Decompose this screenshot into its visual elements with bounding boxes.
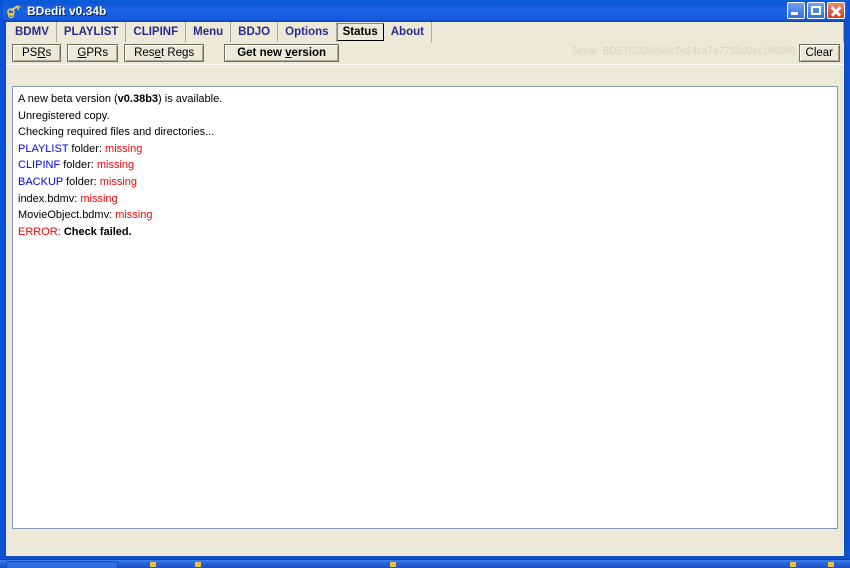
log-line: A new beta version (v0.38b3) is availabl…: [18, 91, 832, 108]
taskbar-icon[interactable]: [390, 562, 396, 567]
tab-label: CLIPINF: [133, 26, 179, 38]
log-line: Checking required files and directories.…: [18, 124, 832, 141]
log-line: PLAYLIST folder: missing: [18, 141, 832, 158]
maximize-icon[interactable]: [807, 2, 825, 19]
log-segment: Unregistered copy.: [18, 109, 110, 122]
log-segment: Check failed.: [63, 225, 132, 238]
tab-options[interactable]: Options: [278, 22, 337, 42]
log-segment: missing: [96, 159, 135, 172]
close-icon[interactable]: [827, 2, 845, 19]
taskbar-icon[interactable]: [790, 562, 796, 567]
serial-value: BDE7f2329c60c7e24ca7a7733d04c186088: [602, 46, 796, 57]
taskbar-icon[interactable]: [828, 562, 834, 567]
bottom-bar: pel.hu 000 00000001 0000 00000000 Cancel: [6, 529, 844, 556]
log-segment: BACKUP: [18, 175, 64, 188]
log-segment: missing: [99, 175, 138, 188]
tab-label: Menu: [193, 26, 224, 38]
log-line: MovieObject.bdmv: missing: [18, 207, 832, 224]
toolbar: PSRs GPRs Reset Regs Get new version Ser…: [6, 42, 844, 65]
tab-label: Options: [285, 26, 329, 38]
desktop-background: BDedit v0.34b BDMV PLAYLIST CLIPINF Menu…: [0, 0, 850, 568]
tab-bdmv[interactable]: BDMV: [8, 22, 57, 42]
gprs-button[interactable]: GPRs: [67, 44, 119, 62]
serial-label: Serial:: [571, 46, 603, 57]
log-segment: missing: [115, 209, 153, 222]
window-title: BDedit v0.34b: [27, 4, 107, 18]
log-line: BACKUP folder: missing: [18, 174, 832, 191]
clear-button[interactable]: Clear: [798, 44, 840, 62]
reset-regs-button-label: Reset Regs: [134, 47, 195, 59]
tab-status[interactable]: Status: [336, 23, 384, 41]
get-new-version-button-label: Get new version: [237, 47, 327, 59]
tab-label: BDJO: [238, 26, 271, 38]
psrs-button[interactable]: PSRs: [12, 44, 62, 62]
log-line: Unregistered copy.: [18, 108, 832, 125]
psrs-button-label: PSRs: [22, 47, 52, 59]
tab-strip-filler: [432, 22, 844, 42]
tab-label: Status: [342, 26, 378, 38]
minimize-icon[interactable]: [787, 2, 805, 19]
get-new-version-button[interactable]: Get new version: [224, 44, 340, 62]
desktop-taskbar[interactable]: [0, 559, 850, 568]
tab-bdjo[interactable]: BDJO: [231, 22, 279, 42]
log-line: index.bdmv: missing: [18, 191, 832, 208]
log-segment: index.bdmv:: [18, 192, 81, 205]
tab-label: About: [390, 26, 424, 38]
application-window: BDedit v0.34b BDMV PLAYLIST CLIPINF Menu…: [0, 0, 850, 562]
log-segment: ERROR:: [18, 225, 64, 238]
tab-playlist[interactable]: PLAYLIST: [57, 22, 127, 42]
log-segment: PLAYLIST: [18, 142, 69, 155]
log-segment: A new beta version (: [18, 93, 118, 105]
key-icon: [7, 3, 23, 19]
tab-strip: BDMV PLAYLIST CLIPINF Menu BDJO Options …: [6, 22, 844, 42]
status-log-panel[interactable]: A new beta version (v0.38b3) is availabl…: [12, 86, 838, 529]
reset-regs-button[interactable]: Reset Regs: [124, 44, 205, 62]
serial-number: Serial: BDE7f2329c60c7e24ca7a7733d04c186…: [571, 46, 796, 57]
log-segment: folder:: [68, 142, 106, 155]
tab-label: BDMV: [15, 26, 49, 38]
taskbar-button[interactable]: [6, 561, 118, 568]
log-segment: MovieObject.bdmv:: [18, 209, 116, 222]
log-segment: missing: [80, 192, 118, 205]
clear-button-label: Clear: [805, 47, 833, 59]
gprs-button-label: GPRs: [77, 47, 109, 59]
log-segment: missing: [105, 142, 143, 155]
log-segment: folder:: [63, 175, 100, 188]
log-segment: Checking required files and directories.…: [18, 126, 215, 139]
log-segment: CLIPINF: [18, 159, 61, 172]
tab-clipinf[interactable]: CLIPINF: [126, 22, 187, 42]
log-segment: folder:: [60, 159, 97, 172]
title-bar[interactable]: BDedit v0.34b: [3, 0, 847, 22]
taskbar-icon[interactable]: [150, 562, 156, 567]
tab-menu[interactable]: Menu: [186, 22, 232, 42]
client-area: BDMV PLAYLIST CLIPINF Menu BDJO Options …: [6, 22, 844, 556]
tab-about[interactable]: About: [384, 22, 432, 42]
taskbar-icon[interactable]: [195, 562, 201, 567]
log-line: CLIPINF folder: missing: [18, 157, 832, 174]
window-controls: [787, 2, 845, 19]
log-segment: ) is available.: [158, 93, 223, 105]
log-segment: v0.38b3: [117, 93, 159, 105]
tab-label: PLAYLIST: [63, 26, 119, 38]
log-line: ERROR: Check failed.: [18, 224, 832, 241]
